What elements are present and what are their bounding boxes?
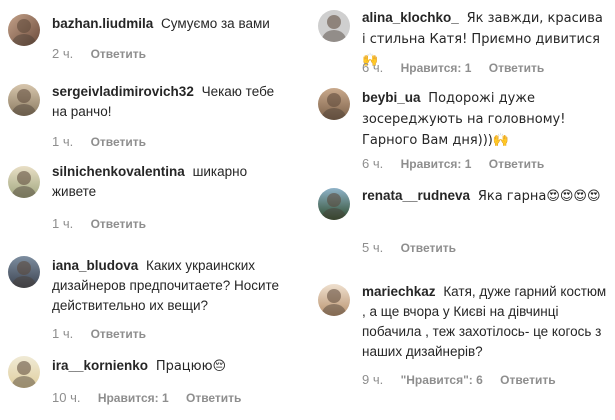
comment-time[interactable]: 6 ч. xyxy=(362,60,383,75)
avatar[interactable] xyxy=(8,14,40,46)
comment-body: ira__kornienko Працюю😔 xyxy=(52,356,292,377)
comment-meta: 1 ч. Ответить xyxy=(52,216,160,231)
reply-button[interactable]: Ответить xyxy=(91,327,146,341)
comment-username[interactable]: beybi_ua xyxy=(362,90,421,105)
likes-count[interactable]: Нравится: 1 xyxy=(401,61,472,75)
comment-item: silnichenkovalentina шикарно живете 1 ч.… xyxy=(0,160,300,235)
comment-username[interactable]: silnichenkovalentina xyxy=(52,164,185,179)
likes-count[interactable]: Нравится: 1 xyxy=(401,157,472,171)
comment-item: beybi_ua Подорожі дуже зосереджують на г… xyxy=(310,88,615,183)
avatar[interactable] xyxy=(8,256,40,288)
comment-item: iana_bludova Каких украинских дизайнеров… xyxy=(0,254,300,349)
comment-body: mariechkaz Катя, дуже гарний костюм , а … xyxy=(362,282,607,362)
comment-time[interactable]: 9 ч. xyxy=(362,372,383,387)
comment-time[interactable]: 2 ч. xyxy=(52,46,73,61)
comment-body: iana_bludova Каких украинских дизайнеров… xyxy=(52,256,292,316)
avatar[interactable] xyxy=(8,84,40,116)
reply-button[interactable]: Ответить xyxy=(91,217,146,231)
reply-button[interactable]: Ответить xyxy=(186,391,241,405)
comment-meta: 5 ч. Ответить xyxy=(362,240,470,255)
comment-meta: 9 ч. "Нравится": 6 Ответить xyxy=(362,372,570,387)
comment-meta: 6 ч. Нравится: 1 Ответить xyxy=(362,60,558,75)
comment-meta: 6 ч. Нравится: 1 Ответить xyxy=(362,156,558,171)
comment-body: renata__rudneva Яка гарна😍😍😍😍 xyxy=(362,186,607,207)
comment-text: Сумуємо за вами xyxy=(161,16,270,31)
comment-username[interactable]: alina_klochko_ xyxy=(362,10,459,25)
avatar[interactable] xyxy=(8,166,40,198)
reply-button[interactable]: Ответить xyxy=(489,157,544,171)
likes-count[interactable]: Нравится: 1 xyxy=(98,391,169,405)
avatar[interactable] xyxy=(318,188,350,220)
comment-time[interactable]: 10 ч. xyxy=(52,390,80,405)
comment-meta: 1 ч. Ответить xyxy=(52,326,160,341)
comment-text: Працюю😔 xyxy=(155,359,227,374)
comment-username[interactable]: ira__kornienko xyxy=(52,358,148,373)
comment-meta: 10 ч. Нравится: 1 Ответить xyxy=(52,390,255,405)
comment-username[interactable]: iana_bludova xyxy=(52,258,138,273)
reply-button[interactable]: Ответить xyxy=(401,241,456,255)
reply-button[interactable]: Ответить xyxy=(91,47,146,61)
comment-time[interactable]: 1 ч. xyxy=(52,326,73,341)
comment-item: mariechkaz Катя, дуже гарний костюм , а … xyxy=(310,282,615,397)
comment-time[interactable]: 6 ч. xyxy=(362,156,383,171)
comment-username[interactable]: sergeivladimirovich32 xyxy=(52,84,194,99)
comment-username[interactable]: mariechkaz xyxy=(362,284,436,299)
avatar[interactable] xyxy=(318,10,350,42)
likes-count[interactable]: "Нравится": 6 xyxy=(401,373,483,387)
comment-time[interactable]: 1 ч. xyxy=(52,134,73,149)
comment-item: renata__rudneva Яка гарна😍😍😍😍 5 ч. Ответ… xyxy=(310,186,615,266)
reply-button[interactable]: Ответить xyxy=(91,135,146,149)
comment-item: alina_klochko_ Як завжди, красива і стил… xyxy=(310,8,615,83)
comment-username[interactable]: bazhan.liudmila xyxy=(52,16,153,31)
avatar[interactable] xyxy=(318,284,350,316)
comment-item: bazhan.liudmila Сумуємо за вами 2 ч. Отв… xyxy=(0,12,300,72)
reply-button[interactable]: Ответить xyxy=(500,373,555,387)
avatar[interactable] xyxy=(318,88,350,120)
comment-body: beybi_ua Подорожі дуже зосереджують на г… xyxy=(362,88,607,151)
comment-body: sergeivladimirovich32 Чекаю тебе на ранч… xyxy=(52,82,292,122)
comment-body: silnichenkovalentina шикарно живете xyxy=(52,162,292,202)
comment-meta: 1 ч. Ответить xyxy=(52,134,160,149)
comment-time[interactable]: 5 ч. xyxy=(362,240,383,255)
comment-username[interactable]: renata__rudneva xyxy=(362,188,470,203)
comment-meta: 2 ч. Ответить xyxy=(52,46,160,61)
comment-text: Яка гарна😍😍😍😍 xyxy=(477,189,601,204)
avatar[interactable] xyxy=(8,356,40,388)
comment-item: ira__kornienko Працюю😔 10 ч. Нравится: 1… xyxy=(0,354,300,416)
comment-item: sergeivladimirovich32 Чекаю тебе на ранч… xyxy=(0,80,300,155)
comment-body: bazhan.liudmila Сумуємо за вами xyxy=(52,14,292,34)
comment-time[interactable]: 1 ч. xyxy=(52,216,73,231)
reply-button[interactable]: Ответить xyxy=(489,61,544,75)
